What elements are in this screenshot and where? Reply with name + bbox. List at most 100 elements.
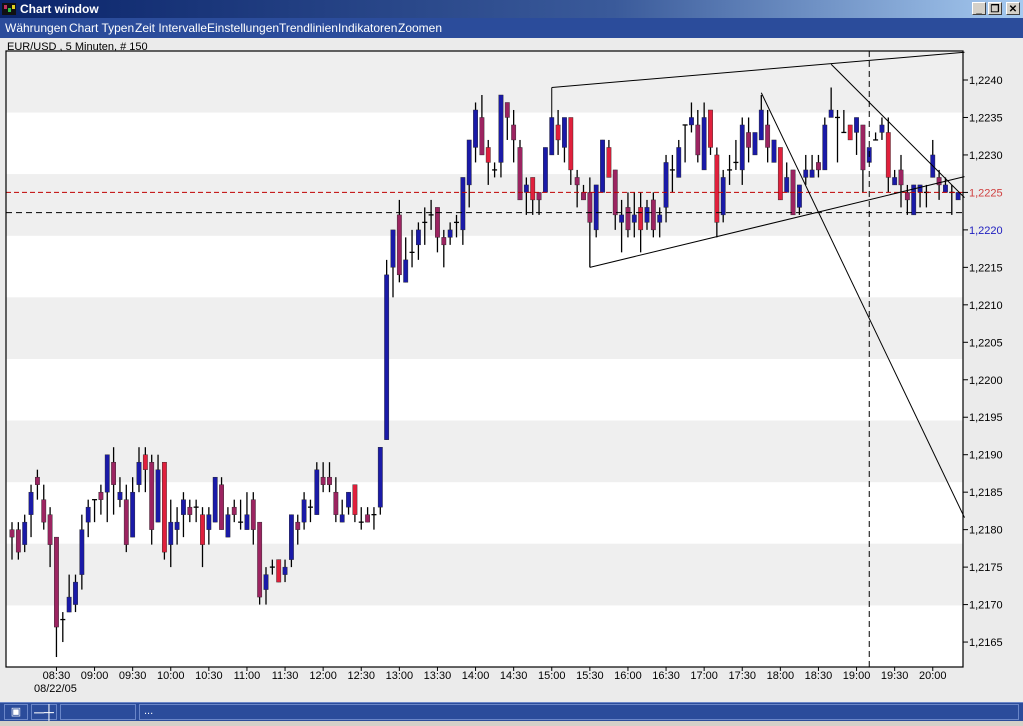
candle-bullish (758, 109, 764, 141)
candle-bearish (898, 169, 904, 186)
candle-bearish (568, 117, 574, 171)
candle-bullish (822, 124, 828, 171)
y-tick-label: 1,2240 (969, 75, 1003, 87)
candle-bullish (663, 162, 669, 208)
candle-bearish (111, 461, 117, 485)
background-band (6, 297, 963, 359)
candle-bullish (460, 177, 466, 231)
candle-bearish (352, 484, 358, 515)
candle-bullish (263, 574, 269, 590)
y-tick-label: 1,2170 (969, 600, 1003, 612)
y-axis-labels: 1,2240 1,2235 1,2230 1,2225 1,2220 1,2215 1,22… (969, 75, 1003, 649)
x-tick-label: 14:00 (462, 670, 490, 682)
candle-bullish (676, 147, 682, 178)
candle-bullish (447, 229, 453, 238)
candlestick-chart[interactable]: 1,2240 1,2235 1,2230 1,2225 1,2220 1,2215 1,22… (0, 0, 1023, 700)
candle-bullish (631, 214, 637, 223)
background-bands (6, 51, 963, 667)
candle-bullish (301, 499, 307, 523)
candle-bearish (638, 207, 644, 231)
candle-bullish (720, 177, 726, 216)
candle-bullish (854, 117, 859, 133)
y-tick-label: 1,2225 (969, 187, 1003, 199)
candle-bearish (41, 499, 47, 523)
candle-bullish (498, 94, 504, 163)
candle-bullish (390, 229, 396, 268)
x-tick-label: 15:30 (576, 670, 604, 682)
candle-bullish (752, 132, 758, 156)
candle-bullish (543, 147, 548, 193)
x-tick-label: 19:30 (881, 670, 909, 682)
candle-bullish (377, 447, 383, 508)
candle-bearish (327, 476, 332, 485)
candle-bearish (530, 177, 536, 201)
candle-bearish (625, 207, 631, 231)
bottom-strip (0, 721, 1023, 726)
x-tick-label: 12:00 (309, 670, 337, 682)
crosshair-icon[interactable]: ─┼ (31, 704, 57, 720)
y-tick-label: 1,2210 (969, 300, 1003, 312)
candle-bullish (644, 207, 650, 223)
candle-bullish (593, 184, 599, 231)
y-tick-label: 1,2220 (969, 225, 1003, 237)
x-tick-label: 19:00 (843, 670, 871, 682)
pin-icon[interactable]: ▣ (4, 704, 28, 720)
candle-bearish (231, 506, 237, 515)
background-band (6, 235, 963, 298)
x-tick-label: 20:00 (919, 670, 947, 682)
x-tick-label: 10:00 (157, 670, 185, 682)
background-band (6, 359, 963, 421)
status-field-1 (60, 704, 136, 720)
y-tick-label: 1,2230 (969, 150, 1003, 162)
candle-bearish (276, 559, 282, 583)
candle-bearish (574, 177, 580, 186)
candle-bullish (225, 514, 231, 538)
candle-bullish (619, 214, 625, 223)
candle-bullish (73, 581, 78, 605)
candle-bullish (562, 117, 567, 148)
candle-bullish (809, 169, 815, 178)
candle-bullish (416, 229, 421, 246)
candle-bearish (746, 132, 752, 148)
x-tick-label: 08:30 (43, 670, 71, 682)
candle-bullish (22, 521, 28, 545)
candle-bullish (282, 566, 288, 575)
y-tick-label: 1,2165 (969, 637, 1003, 649)
candle-bullish (892, 177, 898, 186)
candle-bullish (828, 109, 834, 118)
date-label: 08/22/05 (34, 683, 77, 695)
background-band (6, 543, 963, 606)
candle-bullish (803, 169, 809, 178)
candle-bullish (797, 184, 802, 208)
candle-bullish (701, 117, 707, 171)
x-tick-label: 11:30 (272, 670, 299, 682)
candle-bullish (473, 109, 478, 148)
candle-bearish (765, 124, 771, 148)
candle-bullish (403, 259, 409, 283)
candle-bearish (904, 192, 910, 201)
x-tick-label: 15:00 (538, 670, 566, 682)
x-tick-label: 09:30 (119, 670, 147, 682)
candle-bearish (200, 514, 205, 545)
candle-bearish (708, 109, 713, 148)
candle-bearish (295, 521, 301, 530)
candle-bearish (54, 536, 59, 628)
candle-bearish (504, 102, 510, 118)
candle-bullish (136, 461, 142, 485)
y-tick-label: 1,2235 (969, 112, 1003, 124)
x-tick-label: 16:30 (652, 670, 680, 682)
candle-bullish (879, 124, 885, 133)
candle-bearish (860, 124, 866, 171)
y-tick-label: 1,2200 (969, 375, 1003, 387)
x-tick-label: 17:00 (690, 670, 718, 682)
x-tick-label: 17:30 (728, 670, 756, 682)
candle-bearish (9, 529, 15, 538)
candle-bearish (142, 454, 148, 470)
y-tick-label: 1,2180 (969, 525, 1003, 537)
candle-bearish (847, 124, 853, 141)
candle-bullish (346, 491, 351, 508)
candle-bearish (555, 124, 561, 141)
candle-bearish (441, 237, 447, 246)
candle-bullish (289, 514, 294, 560)
x-tick-label: 12:30 (347, 670, 375, 682)
